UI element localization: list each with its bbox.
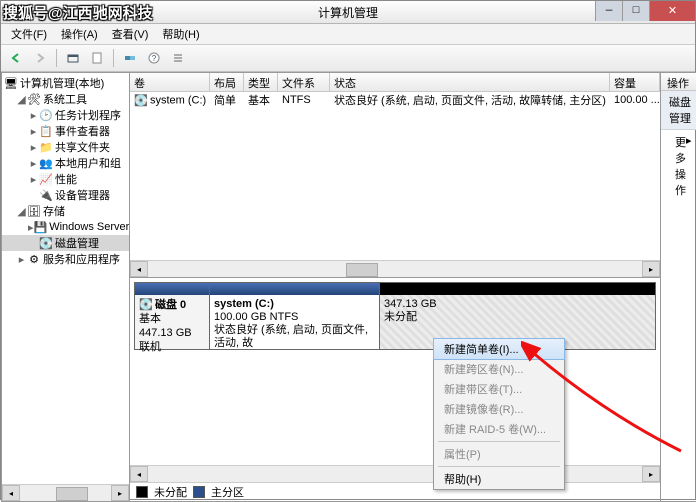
legend: 未分配 主分区 [130, 482, 660, 501]
volume-grid-header: 卷 布局 类型 文件系统 状态 容量 [130, 73, 660, 92]
legend-unalloc-swatch [136, 486, 148, 498]
ctx-new-simple[interactable]: 新建简单卷(I)... [433, 338, 565, 360]
event-icon: 📋 [39, 124, 53, 138]
partition-system-c[interactable]: system (C:) 100.00 GB NTFS 状态良好 (系统, 启动,… [210, 283, 380, 349]
menu-view[interactable]: 查看(V) [106, 24, 155, 44]
list-button[interactable] [167, 47, 189, 69]
refresh-button[interactable] [119, 47, 141, 69]
users-icon: 👥 [39, 156, 53, 170]
volume-icon: 💽 [134, 93, 148, 107]
nav-tree-pane: 🖥计算机管理(本地) ◢🛠系统工具 ▸🕑任务计划程序 ▸📋事件查看器 ▸📁共享文… [1, 72, 129, 502]
disk-drive-icon: 💽 [139, 298, 153, 312]
menu-bar: 文件(F) 操作(A) 查看(V) 帮助(H) [1, 24, 695, 45]
tree-performance[interactable]: ▸📈性能 [2, 171, 129, 187]
storage-icon: 🗄 [27, 204, 41, 218]
forward-button[interactable] [29, 47, 51, 69]
tree-wsb[interactable]: ▸💾Windows Server Back [2, 219, 129, 235]
menu-help[interactable]: 帮助(H) [156, 24, 205, 44]
maximize-button[interactable]: □ [622, 1, 649, 21]
disk-row-0: 💽磁盘 0 基本 447.13 GB 联机 system (C:) 100.00… [134, 282, 656, 350]
gear-icon: ⚙ [27, 252, 41, 266]
close-button[interactable]: ✕ [649, 1, 695, 21]
toolbar: ? [1, 45, 695, 72]
tree-system-tools[interactable]: ◢🛠系统工具 [2, 91, 129, 107]
tree-disk-mgmt[interactable]: 💽磁盘管理 [2, 235, 129, 251]
perf-icon: 📈 [39, 172, 53, 186]
ctx-new-raid5: 新建 RAID-5 卷(W)... [434, 419, 564, 439]
action-more[interactable]: 更多操作▸ [661, 130, 696, 202]
col-capacity[interactable]: 容量 [610, 73, 660, 91]
tree-storage[interactable]: ◢🗄存储 [2, 203, 129, 219]
actions-section: 磁盘管理 [661, 91, 696, 130]
disk-header[interactable]: 💽磁盘 0 基本 447.13 GB 联机 [134, 282, 210, 350]
props-button[interactable] [86, 47, 108, 69]
tree-event-viewer[interactable]: ▸📋事件查看器 [2, 123, 129, 139]
menu-action[interactable]: 操作(A) [55, 24, 104, 44]
content-pane: 卷 布局 类型 文件系统 状态 容量 💽system (C:) 简单 基本 NT… [129, 72, 661, 502]
ctx-new-stripe: 新建带区卷(T)... [434, 379, 564, 399]
volume-row[interactable]: 💽system (C:) 简单 基本 NTFS 状态良好 (系统, 启动, 页面… [130, 92, 660, 108]
svg-text:?: ? [152, 54, 157, 63]
volume-grid-body: 💽system (C:) 简单 基本 NTFS 状态良好 (系统, 启动, 页面… [130, 92, 660, 260]
clock-icon: 🕑 [39, 108, 53, 122]
up-button[interactable] [62, 47, 84, 69]
back-button[interactable] [5, 47, 27, 69]
col-type[interactable]: 类型 [244, 73, 278, 91]
disk-icon: 💽 [39, 236, 53, 250]
disk-hscroll[interactable]: ◂▸ [130, 465, 660, 482]
context-menu: 新建简单卷(I)... 新建跨区卷(N)... 新建带区卷(T)... 新建镜像… [433, 338, 565, 490]
tree-services-apps[interactable]: ▸⚙服务和应用程序 [2, 251, 129, 267]
col-status[interactable]: 状态 [330, 73, 610, 91]
actions-pane: 操作 磁盘管理 更多操作▸ [661, 72, 696, 502]
tree-root[interactable]: 🖥计算机管理(本地) [2, 75, 129, 91]
computer-icon: 🖥 [4, 76, 18, 90]
col-fs[interactable]: 文件系统 [278, 73, 330, 91]
menu-file[interactable]: 文件(F) [5, 24, 53, 44]
minimize-button[interactable]: — [595, 1, 622, 21]
ctx-new-mirror: 新建镜像卷(R)... [434, 399, 564, 419]
chevron-right-icon: ▸ [686, 134, 692, 198]
window-title: 计算机管理 [1, 4, 695, 21]
tree-task-scheduler[interactable]: ▸🕑任务计划程序 [2, 107, 129, 123]
grid-hscroll[interactable]: ◂▸ [130, 260, 660, 277]
backup-icon: 💾 [34, 220, 48, 234]
device-icon: 🔌 [39, 188, 53, 202]
col-volume[interactable]: 卷 [130, 73, 210, 91]
ctx-new-span: 新建跨区卷(N)... [434, 359, 564, 379]
folder-share-icon: 📁 [39, 140, 53, 154]
ctx-properties: 属性(P) [434, 444, 564, 464]
tree-device-manager[interactable]: 🔌设备管理器 [2, 187, 129, 203]
tree-hscroll[interactable]: ◂▸ [2, 484, 129, 501]
ctx-help[interactable]: 帮助(H) [434, 469, 564, 489]
col-layout[interactable]: 布局 [210, 73, 244, 91]
tree-shared-folders[interactable]: ▸📁共享文件夹 [2, 139, 129, 155]
wrench-icon: 🛠 [27, 92, 41, 106]
title-bar: 计算机管理 — □ ✕ [1, 1, 695, 24]
legend-primary-swatch [193, 486, 205, 498]
actions-header: 操作 [661, 73, 696, 91]
help-button[interactable]: ? [143, 47, 165, 69]
tree-local-users[interactable]: ▸👥本地用户和组 [2, 155, 129, 171]
